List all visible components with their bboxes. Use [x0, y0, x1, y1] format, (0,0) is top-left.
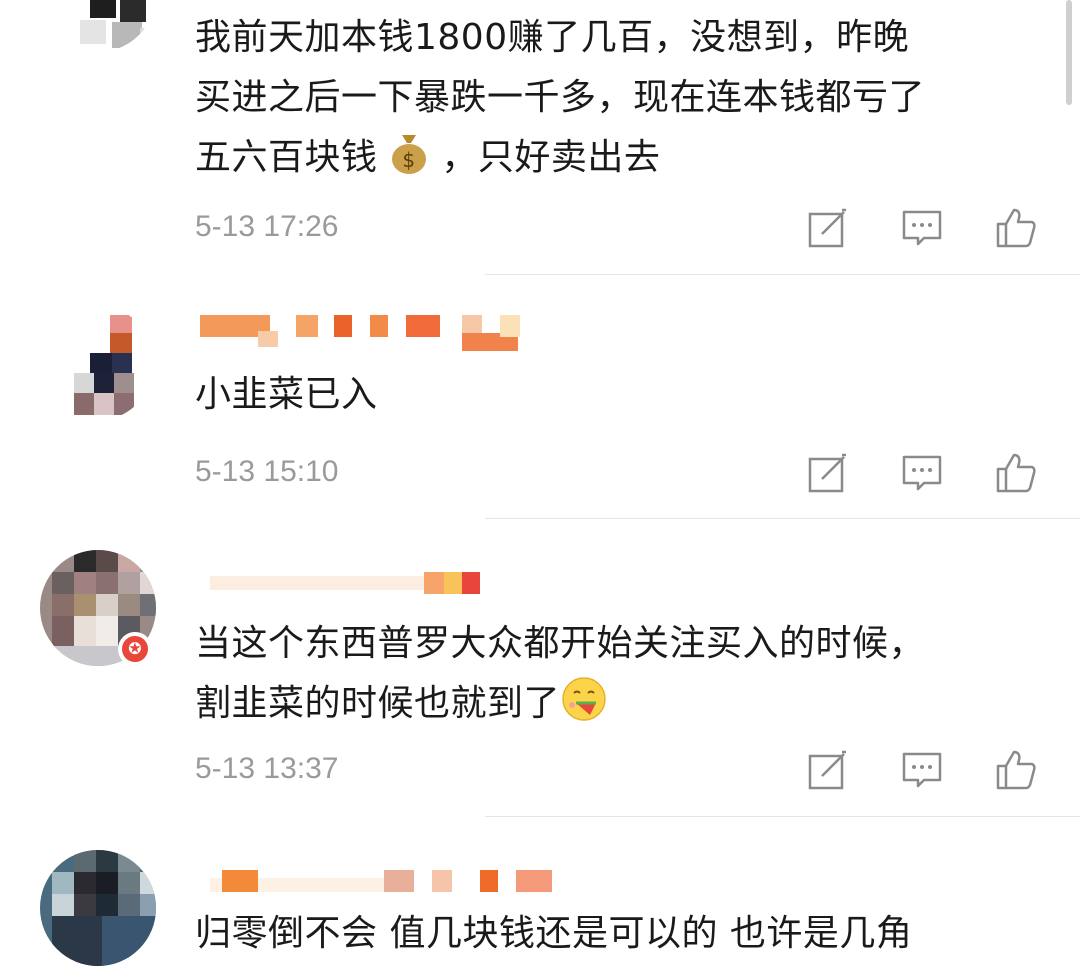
verified-badge-icon: ✪	[118, 632, 152, 666]
avatar[interactable]	[38, 305, 154, 421]
comment-time: 5-13 13:37	[195, 752, 339, 785]
money-bag-icon: $	[389, 129, 429, 175]
divider	[485, 518, 1080, 519]
comment-text: 归零倒不会 值几块钱还是可以的 也许是几角	[195, 913, 913, 954]
avatar[interactable]	[40, 850, 156, 966]
comment-item: 归零倒不会 值几块钱还是可以的 也许是几角	[0, 820, 1080, 971]
like-icon[interactable]	[994, 206, 1038, 250]
edit-icon[interactable]	[806, 748, 850, 792]
comment-actions	[806, 451, 1038, 495]
comment-item: 我前天加本钱1800赚了几百，没想到，昨晚 买进之后一下暴跌一千多，现在连本钱都…	[0, 0, 1080, 275]
comment-icon[interactable]	[900, 206, 944, 250]
comment-time: 5-13 15:10	[195, 455, 339, 488]
svg-text:$: $	[403, 148, 416, 172]
comment-item: 小韭菜已入 5-13 15:10	[0, 275, 1080, 520]
like-icon[interactable]	[994, 451, 1038, 495]
comment-text: 我前天加本钱1800赚了几百，没想到，昨晚 买进之后一下暴跌一千多，现在连本钱都…	[195, 17, 926, 178]
like-icon[interactable]	[994, 748, 1038, 792]
divider	[485, 816, 1080, 817]
comment-time: 5-13 17:26	[195, 210, 339, 243]
comment-actions	[806, 748, 1038, 792]
comment-text: 小韭菜已入	[195, 374, 378, 415]
edit-icon[interactable]	[806, 451, 850, 495]
comment-list-page: 我前天加本钱1800赚了几百，没想到，昨晚 买进之后一下暴跌一千多，现在连本钱都…	[0, 0, 1080, 971]
eating-watermelon-face-icon	[560, 675, 608, 723]
comment-text: 当这个东西普罗大众都开始关注买入的时候， 割韭菜的时候也就到了	[195, 623, 926, 724]
comment-icon[interactable]	[900, 748, 944, 792]
comment-actions	[806, 206, 1038, 250]
avatar[interactable]	[40, 0, 156, 52]
comment-item: ✪ 当这个东西普罗大众都开始关注买入的时候， 割韭菜的时候也就到了 5-13 1…	[0, 520, 1080, 820]
edit-icon[interactable]	[806, 206, 850, 250]
comment-icon[interactable]	[900, 451, 944, 495]
